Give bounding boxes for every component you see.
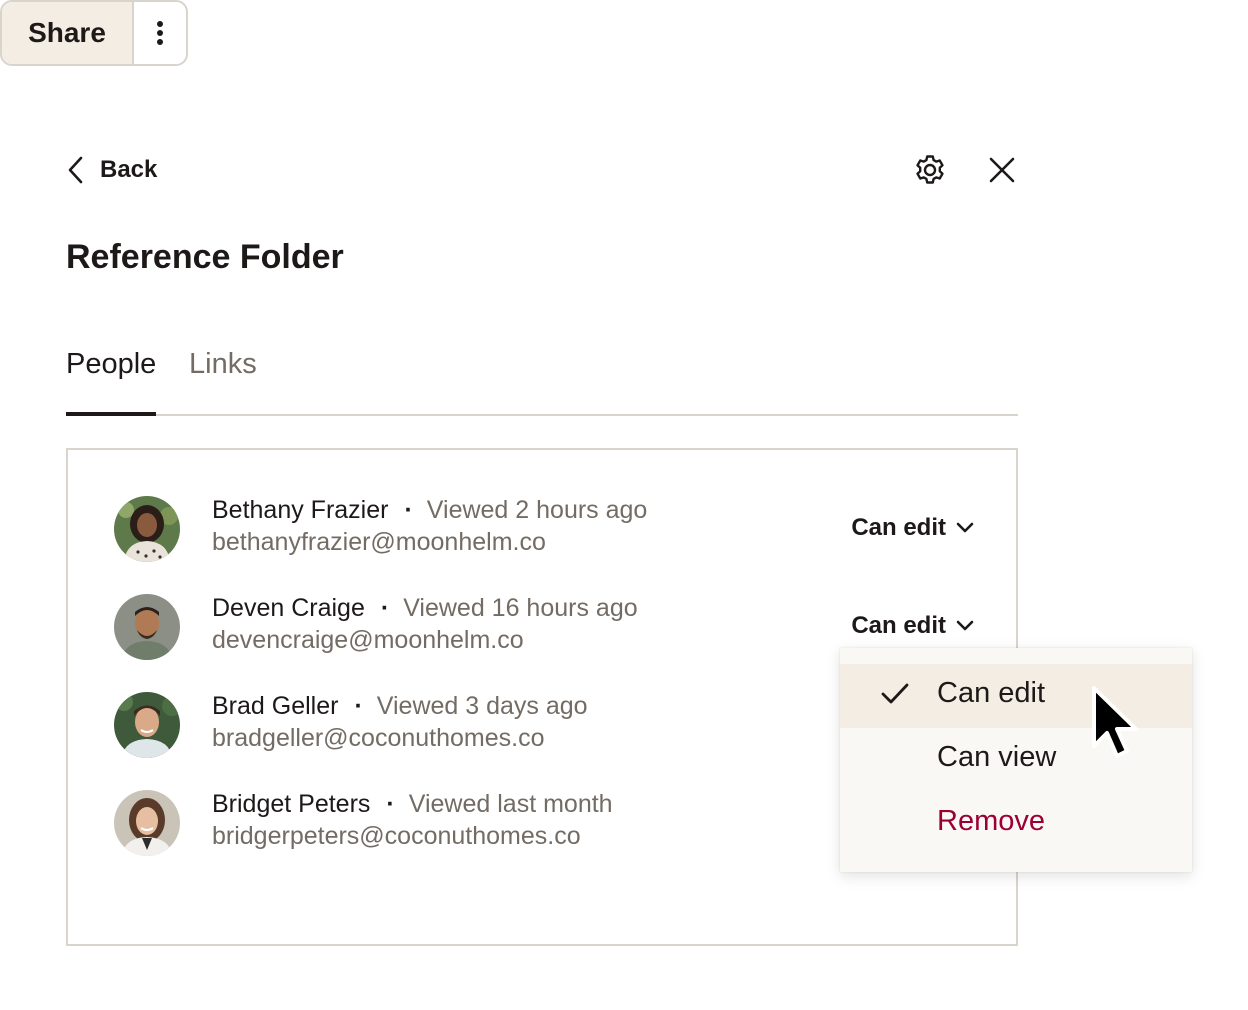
person-row: Bethany Frazier · Viewed 2 hours ago betha… xyxy=(114,496,974,566)
more-vertical-icon xyxy=(157,21,163,45)
permission-label: Can edit xyxy=(851,514,946,541)
person-name: Bridget Peters xyxy=(212,790,371,818)
separator-dot: · xyxy=(404,496,413,524)
person-email: bradgeller@coconuthomes.co xyxy=(212,724,545,752)
page-title: Reference Folder xyxy=(66,238,344,276)
check-icon xyxy=(881,683,909,704)
menu-item-label: Can view xyxy=(937,741,1057,773)
tab-bar: People Links xyxy=(66,340,1018,416)
separator-dot: · xyxy=(386,790,395,818)
separator-dot: · xyxy=(380,594,390,622)
chevron-down-icon xyxy=(956,620,974,631)
share-button-group: Share xyxy=(0,0,188,66)
person-email: devencraige@moonhelm.co xyxy=(212,626,524,654)
avatar xyxy=(114,692,180,758)
permission-dropdown[interactable]: Can edit xyxy=(851,612,974,640)
chevron-down-icon xyxy=(956,522,974,533)
viewed-status: Viewed 3 days ago xyxy=(376,692,588,720)
active-tab-indicator xyxy=(66,412,156,416)
tab-people[interactable]: People xyxy=(66,348,156,381)
settings-button[interactable] xyxy=(910,150,950,190)
person-name: Bethany Frazier xyxy=(212,496,389,524)
mouse-cursor-icon xyxy=(1092,686,1138,758)
menu-item-remove[interactable]: Remove xyxy=(840,792,1192,856)
share-button[interactable]: Share xyxy=(2,2,134,64)
close-button[interactable] xyxy=(982,150,1022,190)
person-name: Brad Geller xyxy=(212,692,339,720)
back-label: Back xyxy=(100,156,158,183)
back-button[interactable]: Back xyxy=(66,150,157,190)
tab-links[interactable]: Links xyxy=(189,348,257,381)
person-name: Deven Craige xyxy=(212,594,365,622)
chevron-left-icon xyxy=(68,156,83,184)
close-icon xyxy=(989,157,1015,183)
more-options-button[interactable] xyxy=(134,2,186,64)
avatar xyxy=(114,790,180,856)
separator-dot: · xyxy=(354,692,363,720)
person-email: bethanyfrazier@moonhelm.co xyxy=(212,528,546,556)
viewed-status: Viewed 2 hours ago xyxy=(426,496,648,524)
permission-dropdown[interactable]: Can edit xyxy=(851,514,974,542)
avatar xyxy=(114,594,180,660)
avatar xyxy=(114,496,180,562)
permission-label: Can edit xyxy=(851,612,946,639)
viewed-status: Viewed 16 hours ago xyxy=(403,594,638,622)
gear-icon xyxy=(916,155,944,184)
viewed-status: Viewed last month xyxy=(408,790,613,818)
menu-item-label: Remove xyxy=(937,805,1045,837)
person-email: bridgerpeters@coconuthomes.co xyxy=(212,822,581,850)
menu-item-label: Can edit xyxy=(937,677,1046,709)
